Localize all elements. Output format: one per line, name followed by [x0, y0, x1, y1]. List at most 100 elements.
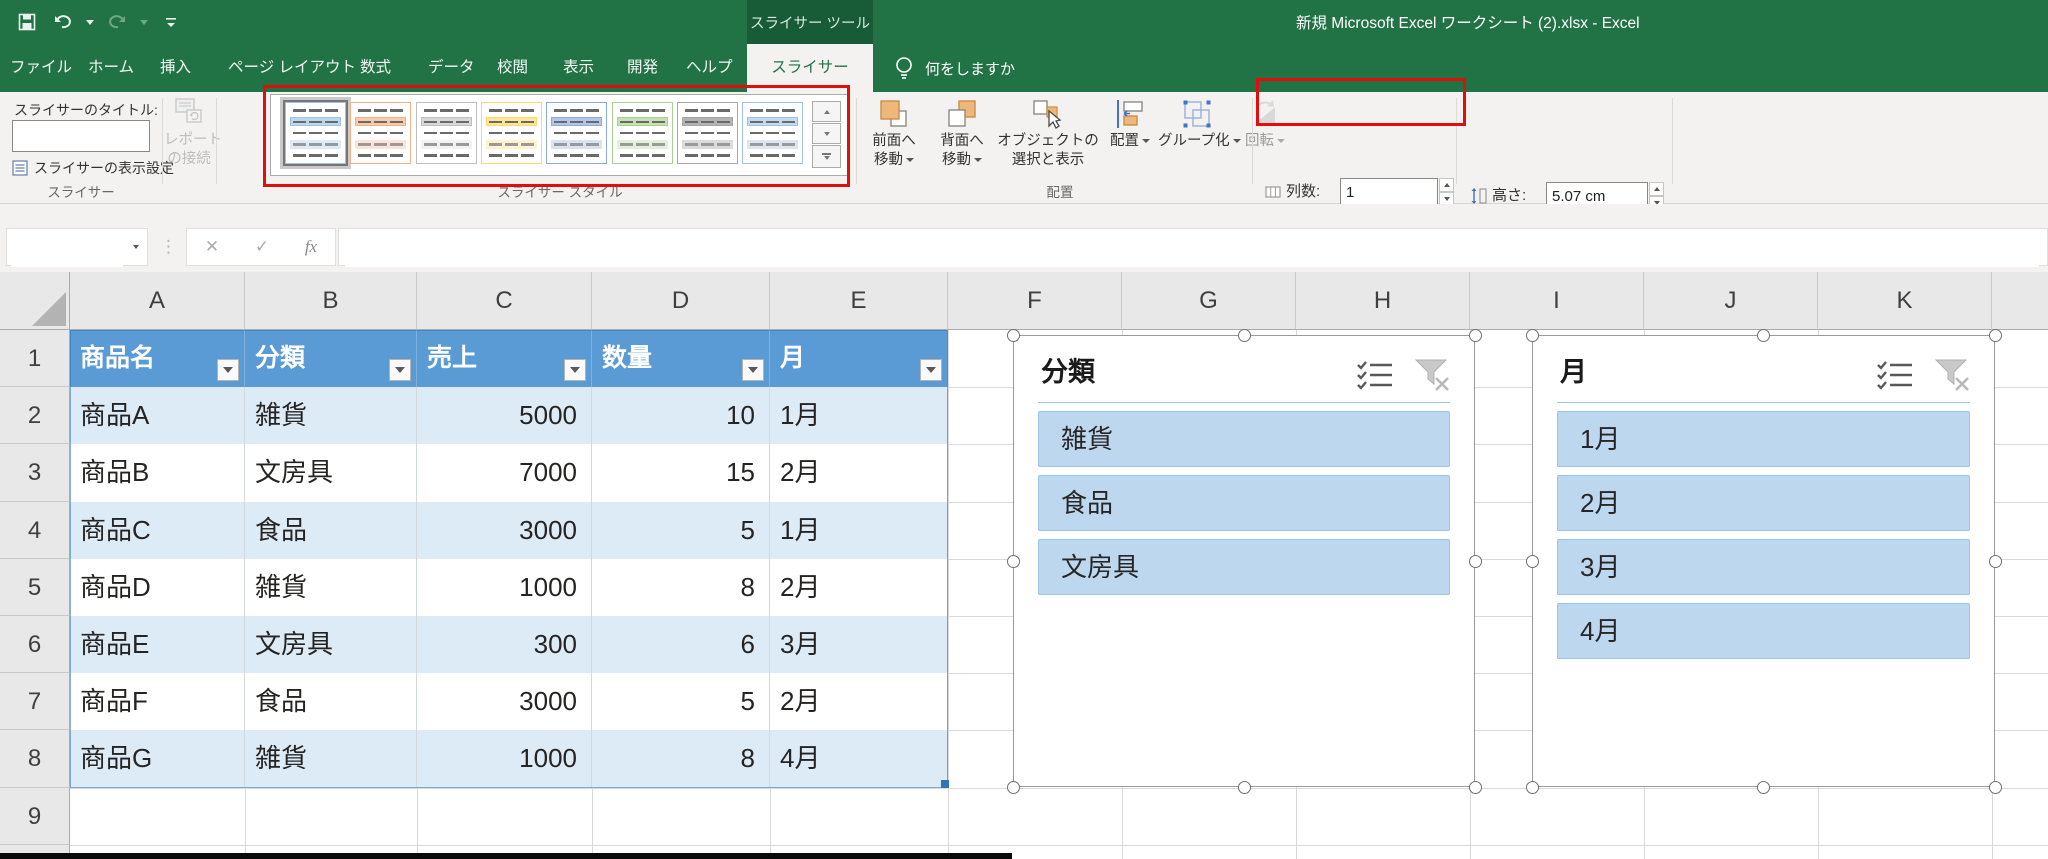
slicer-style-gray[interactable]	[415, 102, 477, 164]
table-cell[interactable]: 文房具	[245, 444, 417, 502]
multi-select-icon[interactable]	[1876, 358, 1916, 392]
row-header-8[interactable]: 8	[0, 730, 70, 788]
slicer-style-steel-blue[interactable]	[546, 102, 608, 164]
selection-handle[interactable]	[1468, 328, 1482, 342]
table-cell[interactable]: 1月	[770, 501, 948, 559]
slicer-item[interactable]: 3月	[1557, 539, 1970, 595]
row-header-7[interactable]: 7	[0, 673, 70, 731]
slicer-style-blue[interactable]	[742, 102, 804, 164]
table-resize-handle[interactable]	[941, 779, 949, 788]
table-cell[interactable]: 商品B	[70, 444, 245, 502]
enter-icon[interactable]: ✓	[255, 237, 269, 257]
slicer-0[interactable]: 分類 雑貨 食品 文房具	[1013, 335, 1475, 787]
clear-filter-icon[interactable]	[1412, 358, 1452, 392]
selection-handle[interactable]	[1237, 328, 1251, 342]
gallery-more-button[interactable]	[812, 145, 841, 168]
selection-handle[interactable]	[1468, 780, 1482, 794]
ribbon-tab-8[interactable]: 開発	[627, 44, 658, 92]
column-header-B[interactable]: B	[245, 272, 417, 330]
table-cell[interactable]: 1000	[417, 558, 592, 616]
name-box-dropdown-icon[interactable]	[133, 245, 139, 249]
table-cell[interactable]: 7000	[417, 444, 592, 502]
table-cell[interactable]: 5	[592, 673, 770, 731]
row-header-4[interactable]: 4	[0, 501, 70, 559]
size-height-spin-up-icon[interactable]	[1649, 182, 1664, 196]
selection-handle[interactable]	[1006, 554, 1020, 568]
redo-icon[interactable]	[104, 9, 130, 35]
selection-handle[interactable]	[1988, 328, 2002, 342]
column-header-J[interactable]: J	[1644, 272, 1818, 330]
buttons-columns-spin-up-icon[interactable]	[1439, 178, 1454, 192]
column-header-K[interactable]: K	[1818, 272, 1992, 330]
table-cell[interactable]: 商品A	[70, 387, 245, 445]
ribbon-tab-4[interactable]: 数式	[360, 44, 391, 92]
formula-bar-splitter[interactable]: ⋮	[160, 228, 177, 266]
row-header-3[interactable]: 3	[0, 444, 70, 502]
ribbon-tab-slicer-active[interactable]: スライサー	[747, 44, 873, 92]
ribbon-tab-3[interactable]: ページ レイアウト	[228, 44, 356, 92]
table-cell[interactable]: 商品C	[70, 501, 245, 559]
filter-dropdown-icon[interactable]	[920, 359, 942, 382]
select-all-corner[interactable]	[0, 272, 70, 330]
undo-icon[interactable]	[50, 9, 76, 35]
buttons-columns-input[interactable]	[1341, 179, 1437, 205]
slicer-style-dark-gray[interactable]	[676, 102, 738, 164]
slicer-style-light-blue[interactable]	[283, 100, 348, 166]
selection-handle[interactable]	[1988, 780, 2002, 794]
selection-handle[interactable]	[1757, 780, 1770, 794]
slicer-item[interactable]: 1月	[1557, 411, 1970, 467]
column-header-G[interactable]: G	[1122, 272, 1296, 330]
arrange-button-group[interactable]: グループ化	[1158, 96, 1241, 151]
ribbon-tab-6[interactable]: 校閲	[497, 44, 528, 92]
slicer-item[interactable]: 4月	[1557, 603, 1970, 659]
selection-handle[interactable]	[1237, 780, 1251, 794]
selection-handle[interactable]	[1525, 554, 1539, 568]
table-cell[interactable]: 8	[592, 558, 770, 616]
slicer-1[interactable]: 月 1月 2月 3月 4月	[1532, 335, 1995, 787]
column-header-C[interactable]: C	[417, 272, 592, 330]
slicer-item[interactable]: 食品	[1038, 475, 1450, 531]
arrange-button-selection-pane[interactable]: オブジェクトの 選択と表示	[996, 96, 1100, 170]
table-cell[interactable]: 商品F	[70, 673, 245, 731]
gallery-scroll-up-button[interactable]	[812, 101, 841, 122]
report-connections-button[interactable]: レポート の接続	[164, 96, 222, 169]
table-cell[interactable]: 5	[592, 501, 770, 559]
column-header-D[interactable]: D	[592, 272, 770, 330]
table-cell[interactable]: 食品	[245, 673, 417, 731]
table-cell[interactable]: 2月	[770, 558, 948, 616]
save-icon[interactable]	[14, 9, 40, 35]
table-cell[interactable]: 雑貨	[245, 387, 417, 445]
table-cell[interactable]: 8	[592, 730, 770, 788]
row-header-1[interactable]: 1	[0, 330, 70, 388]
table-cell[interactable]: 商品D	[70, 558, 245, 616]
gallery-scroll-down-button[interactable]	[812, 123, 841, 144]
selection-handle[interactable]	[1757, 328, 1770, 342]
slicer-item[interactable]: 文房具	[1038, 539, 1450, 595]
column-header-partial[interactable]	[1992, 272, 2048, 330]
formula-input[interactable]	[345, 229, 2039, 267]
slicer-style-yellow[interactable]	[480, 102, 542, 164]
arrange-button-align[interactable]: 配置	[1104, 96, 1156, 151]
ribbon-tab-1[interactable]: ホーム	[88, 44, 134, 92]
column-header-A[interactable]: A	[70, 272, 245, 330]
tell-me-box[interactable]: 何をしますか	[893, 44, 1015, 92]
redo-dropdown-icon[interactable]	[140, 19, 148, 25]
ribbon-tab-2[interactable]: 挿入	[160, 44, 191, 92]
table-cell[interactable]: 商品G	[70, 730, 245, 788]
table-cell[interactable]: 4月	[770, 730, 948, 788]
ribbon-tab-0[interactable]: ファイル	[10, 44, 72, 92]
column-header-F[interactable]: F	[948, 272, 1122, 330]
filter-dropdown-icon[interactable]	[564, 359, 586, 382]
selection-handle[interactable]	[1525, 780, 1539, 794]
table-cell[interactable]: 3000	[417, 673, 592, 731]
selection-handle[interactable]	[1006, 328, 1020, 342]
table-cell[interactable]: 3月	[770, 616, 948, 674]
slicer-item[interactable]: 雑貨	[1038, 411, 1450, 467]
table-cell[interactable]: 文房具	[245, 616, 417, 674]
multi-select-icon[interactable]	[1356, 358, 1396, 392]
table-cell[interactable]: 3000	[417, 501, 592, 559]
row-header-9[interactable]: 9	[0, 787, 70, 845]
filter-dropdown-icon[interactable]	[217, 359, 239, 382]
customize-quick-access-icon[interactable]	[158, 9, 184, 35]
table-cell[interactable]: 15	[592, 444, 770, 502]
